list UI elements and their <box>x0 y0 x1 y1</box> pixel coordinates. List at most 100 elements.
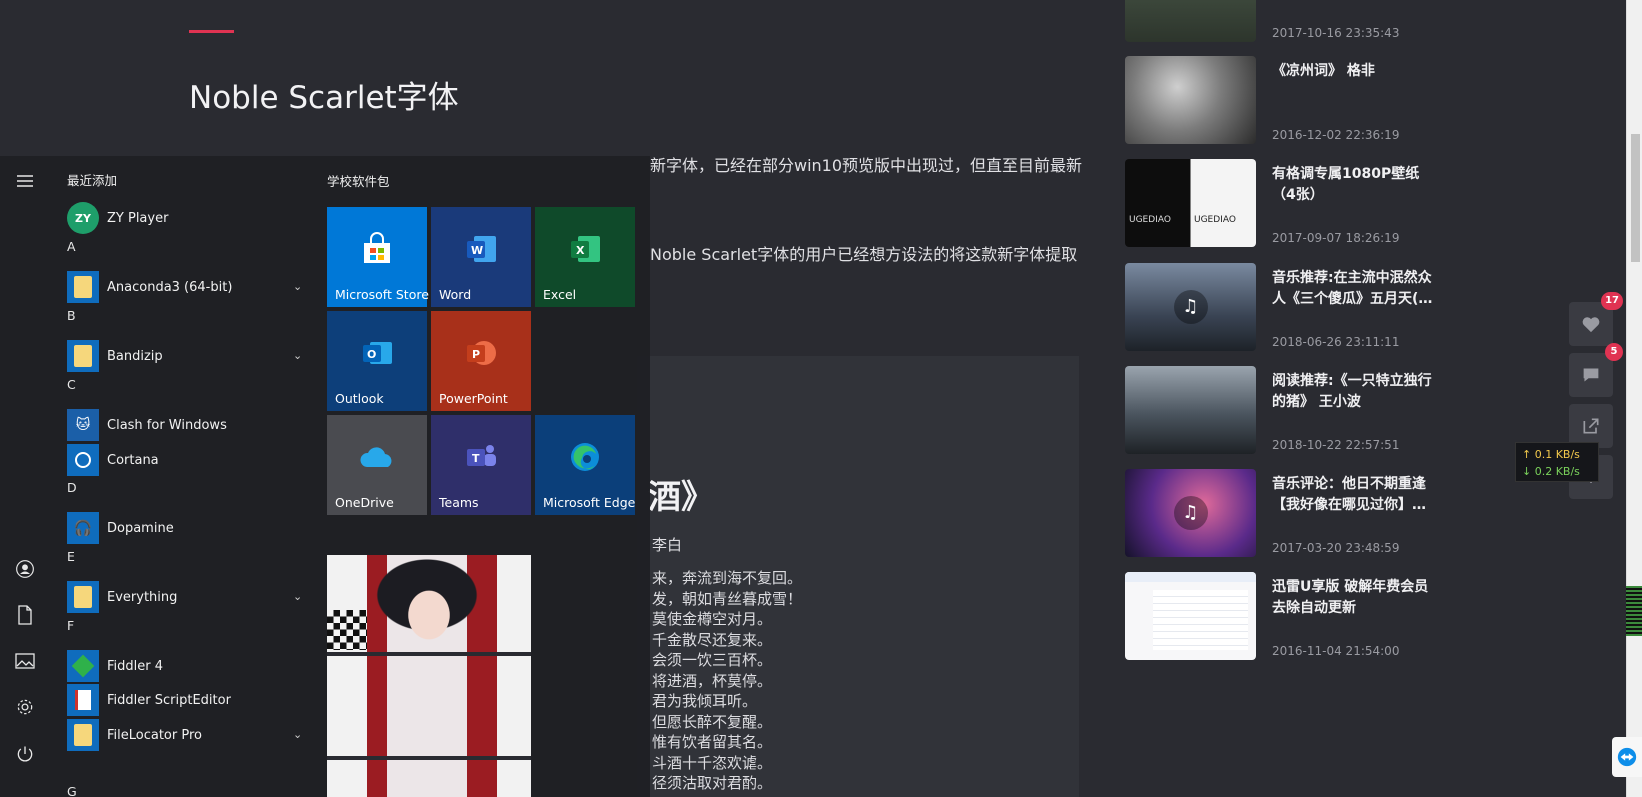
letter-header-g[interactable]: G <box>67 784 77 797</box>
app-name: Fiddler ScriptEditor <box>107 692 231 708</box>
app-name: FileLocator Pro <box>107 727 202 743</box>
post-title[interactable]: 迅雷U享版 破解年费会员 去除自动更新 <box>1272 577 1442 619</box>
post-thumbnail[interactable]: UGEDIAO UGEDIAO <box>1125 159 1256 247</box>
title-accent-line <box>189 30 234 33</box>
power-button[interactable] <box>10 739 40 769</box>
post-item[interactable]: UGEDIAO UGEDIAO 有格调专属1080P壁纸（4张） 2017-09… <box>1125 159 1455 247</box>
post-item[interactable]: ♫ 音乐评论：他日不期重逢【我好像在哪见过你】… 2017-03-20 23:4… <box>1125 469 1455 557</box>
tile-label: Excel <box>543 287 577 302</box>
pictures-button[interactable] <box>10 646 40 676</box>
chevron-down-icon[interactable]: ⌄ <box>293 349 305 362</box>
gear-icon <box>17 699 33 715</box>
svg-text:W: W <box>471 244 483 257</box>
teamviewer-button[interactable] <box>1612 737 1642 777</box>
letter-header-c[interactable]: C <box>67 377 76 392</box>
post-item[interactable]: 《凉州词》 格非 2016-12-02 22:36:19 <box>1125 56 1455 144</box>
tile-excel[interactable]: X Excel <box>535 207 635 307</box>
tile-microsoft-edge[interactable]: Microsoft Edge <box>535 415 635 515</box>
expand-menu-button[interactable] <box>10 166 40 196</box>
app-item-dopamine[interactable]: 🎧 Dopamine <box>67 512 305 544</box>
app-item-zy-player[interactable]: ZY ZY Player <box>67 202 305 234</box>
app-item-filelocator-pro[interactable]: FileLocator Pro ⌄ <box>67 719 305 751</box>
post-item[interactable]: 2017-10-16 23:35:43 <box>1125 0 1455 42</box>
app-item-fiddler-4[interactable]: Fiddler 4 <box>67 650 305 682</box>
post-item[interactable]: 迅雷U享版 破解年费会员 去除自动更新 2016-11-04 21:54:00 <box>1125 572 1455 660</box>
letter-header-b[interactable]: B <box>67 308 76 323</box>
comment-button[interactable]: 5 <box>1569 343 1623 397</box>
post-title[interactable]: 有格调专属1080P壁纸（4张） <box>1272 164 1442 206</box>
tile-group-label: 学校软件包 <box>327 174 390 189</box>
app-name: Everything <box>107 589 178 605</box>
app-name: Anaconda3 (64-bit) <box>107 279 233 295</box>
tile-outlook[interactable]: O Outlook <box>327 311 427 411</box>
post-title[interactable]: 阅读推荐:《一只特立独行的猪》 王小波 <box>1272 371 1442 413</box>
post-date: 2018-10-22 22:57:51 <box>1272 438 1400 452</box>
chat-bubble-icon <box>1583 368 1599 382</box>
tile-word[interactable]: W Word <box>431 207 531 307</box>
svg-text:O: O <box>367 348 376 361</box>
poem-line: 千金散尽还复来。 <box>652 630 773 649</box>
recently-added-label: 最近添加 <box>67 173 118 188</box>
app-name: Fiddler 4 <box>107 658 164 674</box>
poem-author: 李白 <box>652 536 683 554</box>
settings-button[interactable] <box>10 692 40 722</box>
chevron-down-icon[interactable]: ⌄ <box>293 728 305 741</box>
user-icon <box>16 560 34 578</box>
app-name: Clash for Windows <box>107 417 227 433</box>
post-title[interactable]: 音乐推荐:在主流中泯然众人《三个傻瓜》五月天(… <box>1272 268 1442 310</box>
app-item-fiddler-scripteditor[interactable]: Fiddler ScriptEditor <box>67 684 305 716</box>
post-item[interactable]: 阅读推荐:《一只特立独行的猪》 王小波 2018-10-22 22:57:51 <box>1125 366 1455 454</box>
post-thumbnail[interactable] <box>1125 366 1256 454</box>
tile-microsoft-store[interactable]: Microsoft Store <box>327 207 429 307</box>
app-item-bandizip[interactable]: Bandizip ⌄ <box>67 340 305 372</box>
letter-header-f[interactable]: F <box>67 618 74 633</box>
poem-line: 会须一饮三百杯。 <box>652 651 773 669</box>
cortana-icon <box>67 444 99 476</box>
thumbnail-list <box>1153 590 1248 650</box>
app-name: ZY Player <box>107 210 169 226</box>
tile-onedrive[interactable]: OneDrive <box>327 415 427 515</box>
post-thumbnail[interactable] <box>1125 0 1256 42</box>
fiddler-icon <box>67 650 99 682</box>
teamviewer-icon <box>1617 747 1637 767</box>
app-item-cortana[interactable]: Cortana <box>67 444 305 476</box>
chevron-down-icon[interactable]: ⌄ <box>293 280 305 293</box>
tile-label: Teams <box>439 495 479 510</box>
post-thumbnail[interactable] <box>1125 572 1256 660</box>
scrollbar-thumb[interactable] <box>1631 134 1640 262</box>
zy-player-icon: ZY <box>67 202 99 234</box>
page-scrollbar[interactable] <box>1626 0 1642 797</box>
excel-icon: X <box>571 236 600 262</box>
app-item-everything[interactable]: Everything ⌄ <box>67 581 305 613</box>
tile-powerpoint[interactable]: P PowerPoint <box>431 311 531 411</box>
thumbnail-caption: UGEDIAO <box>1194 215 1236 225</box>
teams-icon: T <box>467 445 496 466</box>
documents-button[interactable] <box>10 600 40 630</box>
photo-live-tile[interactable] <box>327 555 531 797</box>
post-thumbnail[interactable]: ♫ <box>1125 469 1256 557</box>
post-thumbnail[interactable] <box>1125 56 1256 144</box>
folder-icon <box>67 719 99 751</box>
comment-count-badge: 5 <box>1605 343 1623 361</box>
post-title[interactable]: 音乐评论：他日不期重逢【我好像在哪见过你】… <box>1272 474 1442 516</box>
like-button[interactable]: 17 <box>1569 292 1623 346</box>
app-item-clash-for-windows[interactable]: 🐱 Clash for Windows <box>67 409 305 441</box>
letter-header-d[interactable]: D <box>67 480 77 495</box>
music-icon: ♫ <box>1173 290 1208 324</box>
image-icon <box>15 653 35 669</box>
post-thumbnail[interactable]: ♫ <box>1125 263 1256 351</box>
article-paragraph: 新字体，已经在部分win10预览版中出现过，但直至目前最新 <box>650 156 1083 175</box>
tile-label: Microsoft Store <box>335 287 429 302</box>
letter-header-a[interactable]: A <box>67 239 76 254</box>
folder-icon <box>67 581 99 613</box>
article-title: Noble Scarlet字体 <box>189 80 459 116</box>
post-title[interactable]: 《凉州词》 格非 <box>1272 61 1442 82</box>
chevron-down-icon[interactable]: ⌄ <box>293 590 305 603</box>
app-item-anaconda3[interactable]: Anaconda3 (64-bit) ⌄ <box>67 271 305 303</box>
letter-header-e[interactable]: E <box>67 549 75 564</box>
tile-teams[interactable]: T Teams <box>431 415 531 515</box>
headphones-icon: 🎧 <box>67 512 99 544</box>
account-button[interactable] <box>10 554 40 584</box>
post-item[interactable]: ♫ 音乐推荐:在主流中泯然众人《三个傻瓜》五月天(… 2018-06-26 23… <box>1125 263 1455 351</box>
script-editor-icon <box>67 684 99 716</box>
